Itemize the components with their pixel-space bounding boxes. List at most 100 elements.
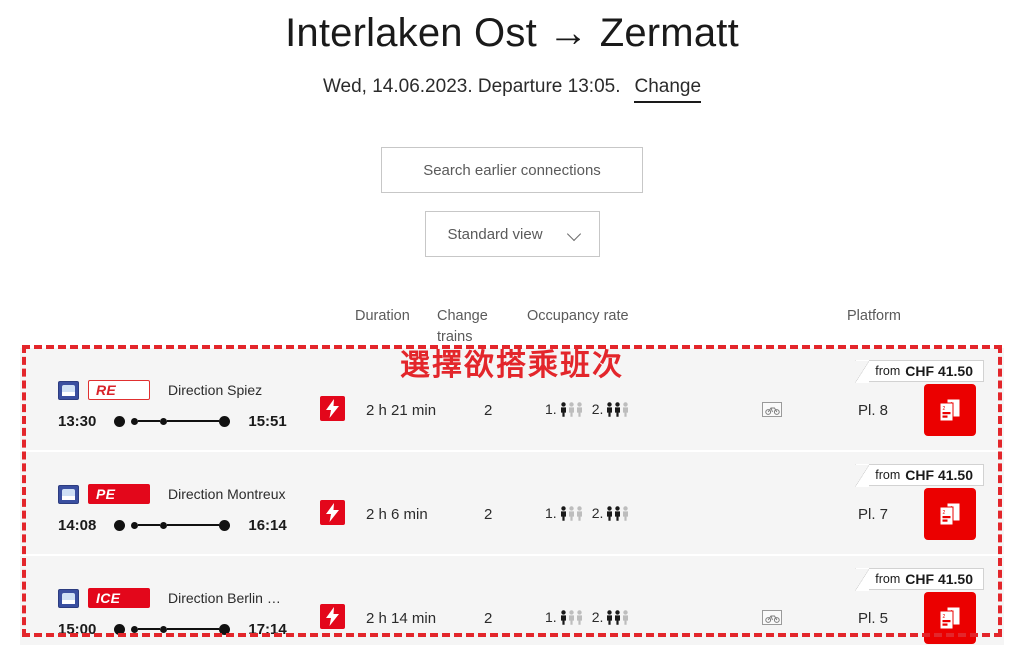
arrival-time: 15:51 xyxy=(248,412,287,430)
platform-value: Pl. 8 xyxy=(858,402,889,419)
journey-stop-dot xyxy=(131,417,139,425)
person-icon-group xyxy=(606,609,629,625)
occupancy-second-class-label: 2. xyxy=(591,609,604,625)
price-from-label: from xyxy=(875,572,901,586)
bicycle-icon xyxy=(762,402,782,417)
price-tag: from CHF 41.50 xyxy=(855,360,984,383)
person-icon-group xyxy=(560,609,583,625)
departure-time: 13:30 xyxy=(58,412,97,430)
occupancy-first-class-label: 1. xyxy=(545,609,557,625)
electric-bolt-icon xyxy=(320,500,345,525)
train-info-line: ICE Direction Berlin … xyxy=(58,588,287,608)
occupancy-rate: 1. 2. xyxy=(545,401,629,417)
journey-segment xyxy=(138,419,161,423)
buy-ticket-button[interactable]: 12 xyxy=(924,384,976,436)
journey-stop-dot xyxy=(160,521,168,529)
occupancy-first-class: 1. xyxy=(545,505,583,521)
journey-stop-dot xyxy=(131,521,139,529)
platform-value: Pl. 7 xyxy=(858,506,889,523)
journey-diagram xyxy=(114,415,231,427)
svg-text:2: 2 xyxy=(943,406,946,412)
journey-segment xyxy=(138,523,161,527)
buy-ticket-button[interactable]: 12 xyxy=(924,592,976,644)
person-icon-group xyxy=(606,505,629,521)
price-amount: CHF 41.50 xyxy=(905,467,973,483)
svg-text:2: 2 xyxy=(943,510,946,516)
occupancy-rate: 1. 2. xyxy=(545,505,629,521)
column-header-occupancy-rate: Occupancy rate xyxy=(527,308,629,324)
connection-row[interactable]: from CHF 41.50 ICE Direction Berlin … 15:00 1… xyxy=(20,556,1004,645)
journey-segment xyxy=(138,627,161,631)
column-header-duration: Duration xyxy=(355,308,410,324)
journey-stop-dot xyxy=(219,519,231,531)
platform-value: Pl. 5 xyxy=(858,610,889,627)
train-info-line: PE Direction Montreux xyxy=(58,484,287,504)
bicycle-icon xyxy=(762,610,782,625)
connection-summary: PE Direction Montreux 14:08 16:14 xyxy=(58,484,287,536)
train-direction-label: Direction Montreux xyxy=(168,486,286,502)
page-title: Interlaken Ost → Zermatt xyxy=(285,11,739,55)
occupancy-second-class: 2. xyxy=(592,401,630,417)
arrival-time: 16:14 xyxy=(248,516,287,534)
price-tag: from CHF 41.50 xyxy=(855,464,984,487)
change-trains-value: 2 xyxy=(484,610,493,627)
occupancy-first-class-label: 1. xyxy=(545,505,557,521)
column-header-platform: Platform xyxy=(847,308,901,324)
column-header-change-trains: Change xyxy=(437,308,488,324)
duration-value: 2 h 14 min xyxy=(366,610,437,627)
price-tag: from CHF 41.50 xyxy=(855,568,984,591)
view-mode-select[interactable]: Standard view xyxy=(424,211,600,257)
occupancy-first-class-label: 1. xyxy=(545,401,557,417)
connection-results-list: from CHF 41.50 RE Direction Spiez 13:30 15:51… xyxy=(20,348,1004,645)
connection-summary: ICE Direction Berlin … 15:00 17:14 xyxy=(58,588,287,640)
search-controls: Search earlier connections Standard view xyxy=(0,147,1024,257)
page-header: Interlaken Ost → Zermatt Wed, 14.06.2023… xyxy=(0,0,1024,103)
journey-stop-dot xyxy=(131,625,139,633)
electric-bolt-icon xyxy=(320,396,345,421)
departure-time: 14:08 xyxy=(58,516,97,534)
train-direction-label: Direction Berlin … xyxy=(168,590,281,606)
journey-times: 14:08 16:14 xyxy=(58,514,287,536)
train-category-badge: PE xyxy=(88,484,150,504)
chevron-down-icon xyxy=(568,228,581,241)
departure-time: 15:00 xyxy=(58,620,97,638)
train-icon xyxy=(58,484,79,504)
train-direction-label: Direction Spiez xyxy=(168,382,263,398)
journey-segment xyxy=(167,419,220,423)
change-trains-value: 2 xyxy=(484,506,493,523)
train-category-badge: RE xyxy=(88,380,150,400)
buy-ticket-button[interactable]: 12 xyxy=(924,488,976,540)
column-header-change-trains-line2: trains xyxy=(437,329,473,345)
journey-stop-dot xyxy=(114,415,126,427)
change-trains-value: 2 xyxy=(484,402,493,419)
journey-times: 15:00 17:14 xyxy=(58,618,287,640)
price-amount: CHF 41.50 xyxy=(905,363,973,379)
price-from-label: from xyxy=(875,468,901,482)
occupancy-first-class: 1. xyxy=(545,401,583,417)
journey-stop-dot xyxy=(160,417,168,425)
price-from-label: from xyxy=(875,364,901,378)
connection-row[interactable]: from CHF 41.50 RE Direction Spiez 13:30 15:51… xyxy=(20,348,1004,452)
occupancy-second-class-label: 2. xyxy=(591,505,604,521)
electric-bolt-icon xyxy=(320,604,345,629)
journey-stop-dot xyxy=(160,625,168,633)
duration-value: 2 h 21 min xyxy=(366,402,437,419)
train-category-badge: ICE xyxy=(88,588,150,608)
arrival-time: 17:14 xyxy=(248,620,287,638)
price-amount: CHF 41.50 xyxy=(905,571,973,587)
occupancy-second-class: 2. xyxy=(592,505,630,521)
search-earlier-connections-button[interactable]: Search earlier connections xyxy=(381,147,643,193)
occupancy-first-class: 1. xyxy=(545,609,583,625)
train-info-line: RE Direction Spiez xyxy=(58,380,287,400)
journey-times: 13:30 15:51 xyxy=(58,410,287,432)
trip-datetime: Wed, 14.06.2023. Departure 13:05. xyxy=(322,76,621,97)
journey-stop-dot xyxy=(219,415,231,427)
occupancy-rate: 1. 2. xyxy=(545,609,629,625)
connection-row[interactable]: from CHF 41.50 PE Direction Montreux 14:08 16… xyxy=(20,452,1004,556)
person-icon-group xyxy=(560,505,583,521)
results-column-headers: Duration Change trains Occupancy rate Pl… xyxy=(0,305,1024,345)
change-search-link[interactable]: Change xyxy=(634,76,702,103)
person-icon-group xyxy=(606,401,629,417)
occupancy-second-class: 2. xyxy=(592,609,630,625)
train-icon xyxy=(58,588,79,608)
